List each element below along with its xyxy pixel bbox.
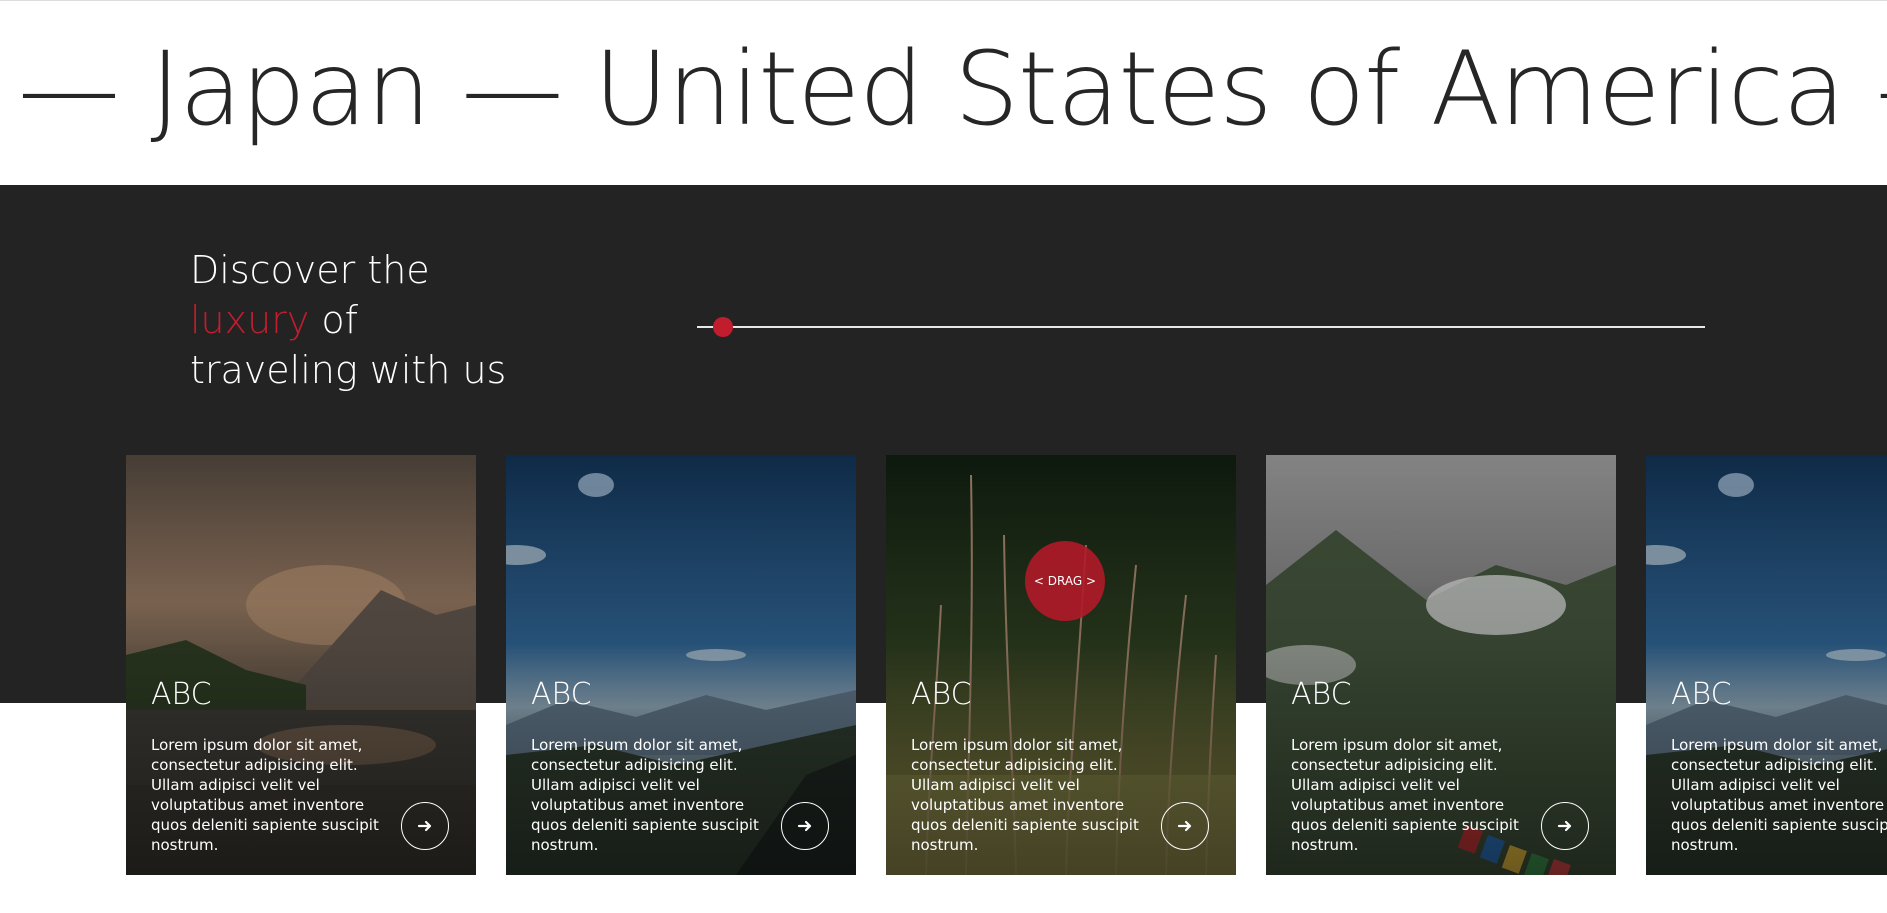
headline-line-2-rest: of [309,298,359,342]
headline-line-1: Discover the [190,248,430,292]
card-title: ABC [1671,677,1732,712]
arrow-right-icon [1557,820,1572,832]
card-title: ABC [1291,677,1352,712]
card-title: ABC [151,677,212,712]
country-marquee: — Japan — United States of America — T [0,0,1887,185]
card-description: Lorem ipsum dolor sit amet, consectetur … [911,736,1139,854]
carousel-progress-thumb[interactable] [713,317,733,337]
destination-card[interactable]: ABC Lorem ipsum dolor sit amet, consecte… [506,455,856,875]
card-title: ABC [531,677,592,712]
arrow-right-icon [1177,820,1192,832]
drag-cursor-badge[interactable]: < DRAG > [1025,541,1105,621]
carousel-progress-track[interactable] [697,326,1705,328]
card-description: Lorem ipsum dolor sit amet, consectetur … [1291,736,1519,854]
arrow-right-icon [797,820,812,832]
destination-card[interactable]: ABC Lorem ipsum dolor sit amet, consecte… [1646,455,1887,875]
card-description: Lorem ipsum dolor sit amet, consectetur … [531,736,759,854]
card-title: ABC [911,677,972,712]
destination-card[interactable]: ABC Lorem ipsum dolor sit amet, consecte… [886,455,1236,875]
card-arrow-button[interactable] [781,802,829,850]
card-arrow-button[interactable] [1161,802,1209,850]
headline-accent-word: luxury [190,298,310,342]
card-arrow-button[interactable] [401,802,449,850]
destination-card[interactable]: ABC Lorem ipsum dolor sit amet, consecte… [126,455,476,875]
card-arrow-button[interactable] [1541,802,1589,850]
destination-card[interactable]: ABC Lorem ipsum dolor sit amet, consecte… [1266,455,1616,875]
arrow-right-icon [417,820,432,832]
card-description: Lorem ipsum dolor sit amet, consectetur … [1671,736,1887,854]
card-description: Lorem ipsum dolor sit amet, consectetur … [151,736,379,854]
headline-line-3: traveling with us [190,348,507,392]
marquee-text: — Japan — United States of America — T [18,30,1887,149]
headline-line-2: luxury of [190,295,506,345]
section-headline: Discover the luxury of traveling with us [190,245,506,395]
